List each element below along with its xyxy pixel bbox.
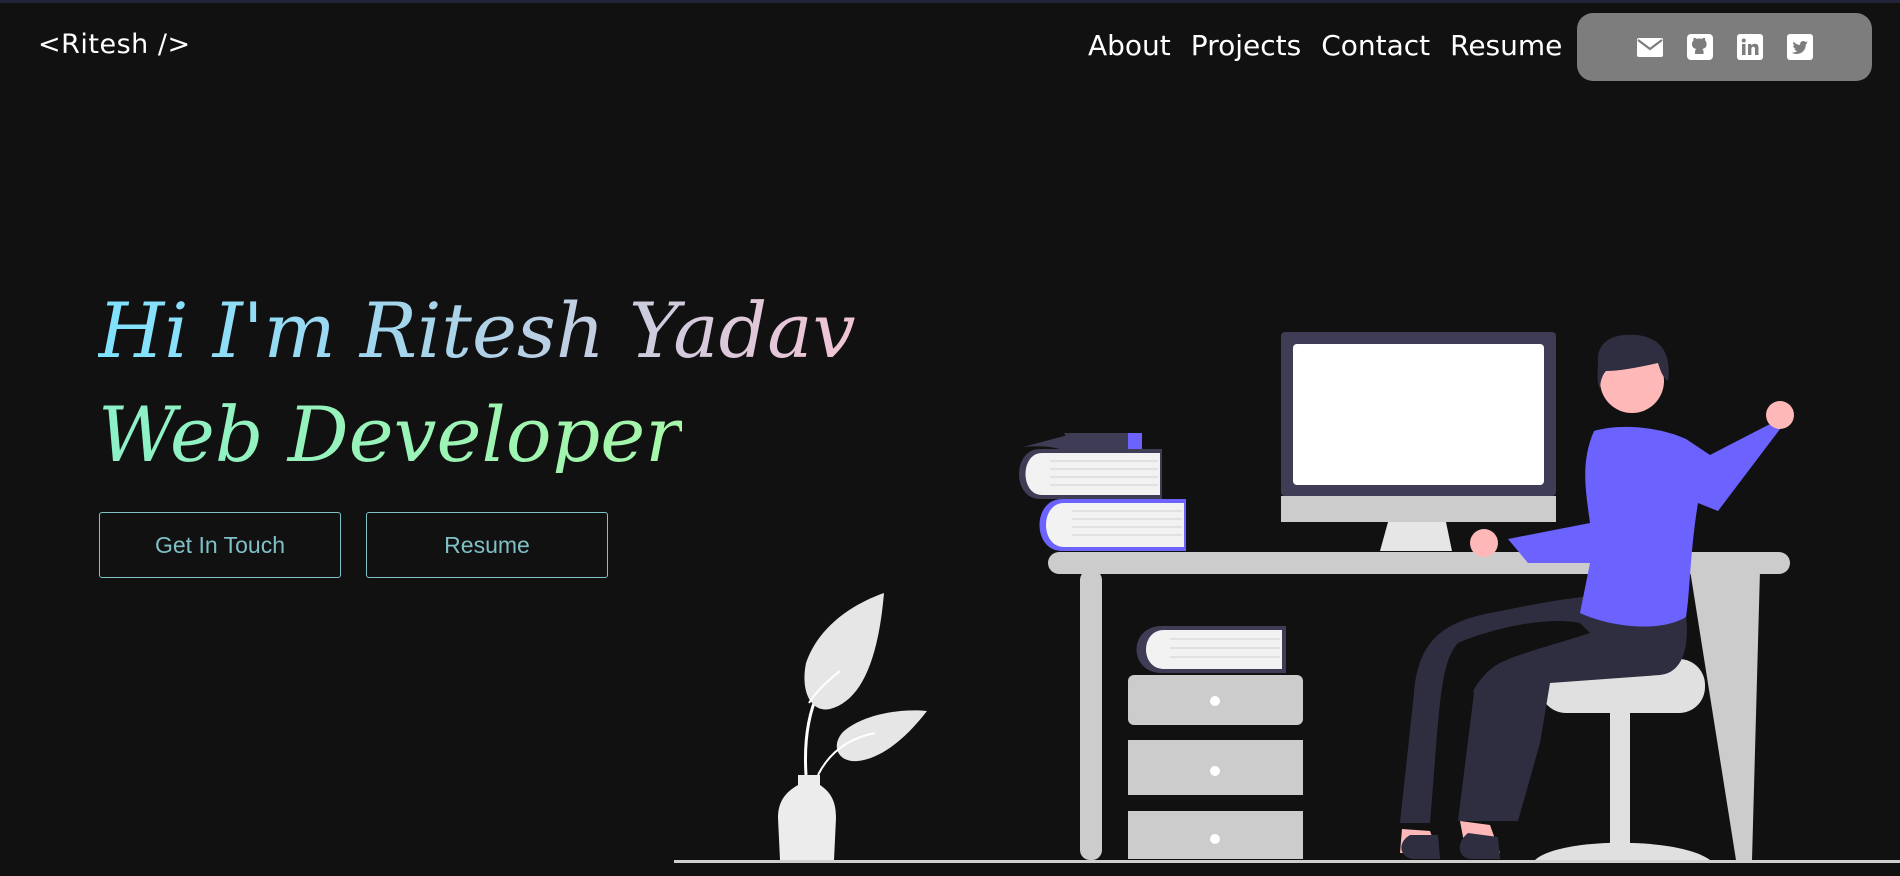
drawer-unit-illustration xyxy=(1128,626,1303,859)
book-stack-illustration xyxy=(1019,433,1186,551)
developer-desk-illustration xyxy=(674,332,1900,863)
floor-line xyxy=(674,860,1900,863)
monitor-illustration xyxy=(1281,332,1556,551)
chair-illustration xyxy=(1535,659,1710,860)
plant-illustration xyxy=(778,593,927,860)
